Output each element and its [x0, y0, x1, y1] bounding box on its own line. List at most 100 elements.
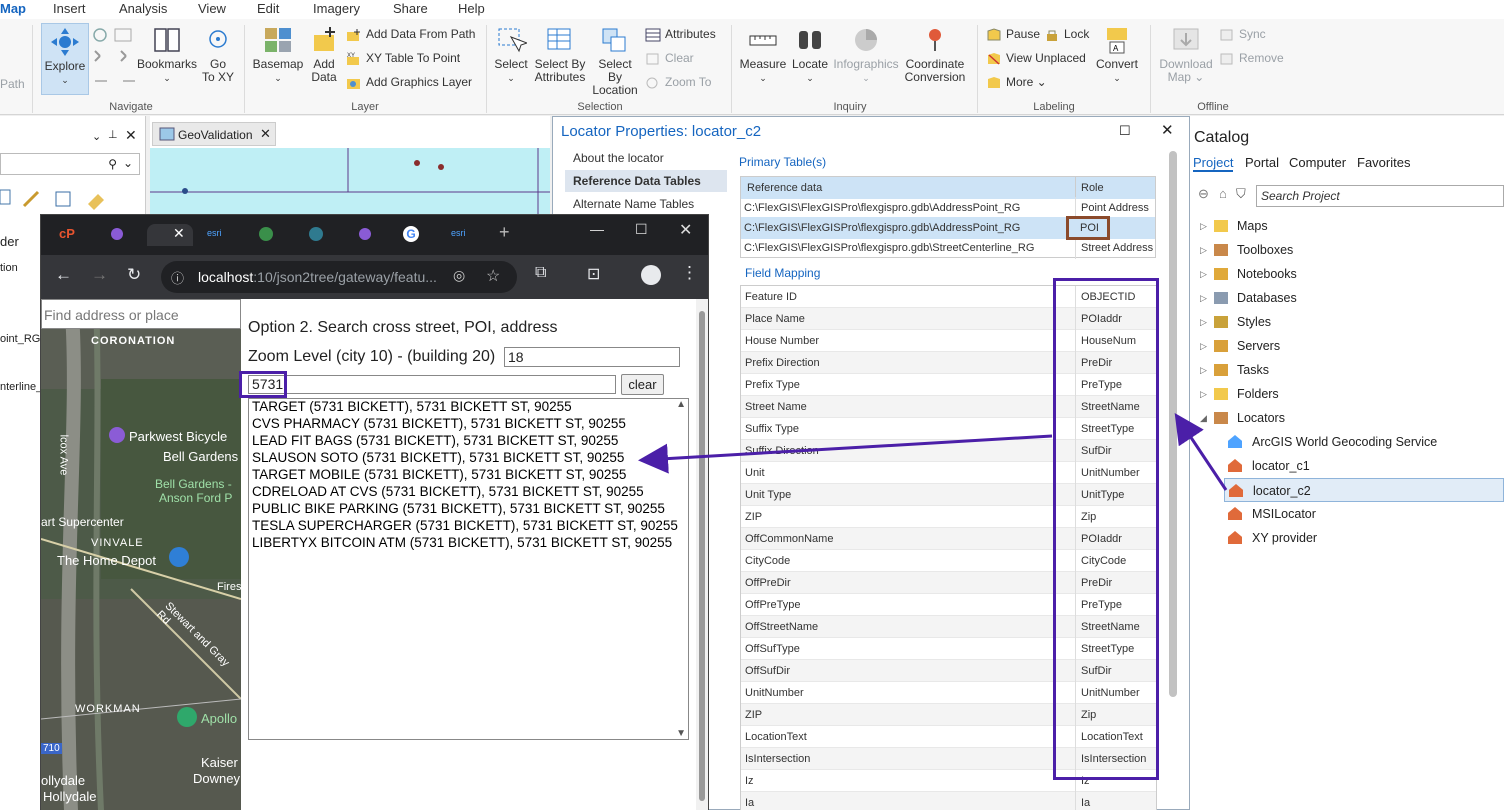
- pin-icon[interactable]: ⊥: [108, 128, 118, 141]
- maximize-icon[interactable]: ☐: [635, 221, 648, 238]
- browser-tab[interactable]: [251, 224, 297, 246]
- maximize-icon[interactable]: ☐: [1119, 123, 1131, 139]
- clear-selection-button[interactable]: Clear: [645, 49, 694, 67]
- home-icon[interactable]: ⌂: [1219, 186, 1227, 201]
- tab-view[interactable]: View: [198, 1, 226, 16]
- zoom-to-button[interactable]: Zoom To: [645, 73, 711, 91]
- remove-button[interactable]: Remove: [1219, 49, 1284, 67]
- list-item[interactable]: SLAUSON SOTO (5731 BICKETT), 5731 BICKET…: [252, 450, 624, 465]
- close-icon[interactable]: ✕: [125, 127, 137, 144]
- list-item[interactable]: TESLA SUPERCHARGER (5731 BICKETT), 5731 …: [252, 518, 678, 533]
- catalog-item[interactable]: ▷ Databases: [1190, 286, 1504, 310]
- bookmarks-button[interactable]: Bookmarks ⌄: [137, 25, 197, 85]
- close-icon[interactable]: ✕: [679, 220, 692, 240]
- list-item[interactable]: TARGET (5731 BICKETT), 5731 BICKETT ST, …: [252, 399, 572, 414]
- catalog-item[interactable]: ▷ Notebooks: [1190, 262, 1504, 286]
- convert-button[interactable]: A Convert ⌄: [1093, 25, 1141, 85]
- table-row[interactable]: C:\FlexGIS\FlexGISPro\flexgispro.gdb\Str…: [741, 237, 1155, 259]
- map-search-input[interactable]: Find address or place: [41, 299, 241, 329]
- catalog-item[interactable]: ▷ Toolboxes: [1190, 238, 1504, 262]
- locator-item[interactable]: XY provider: [1190, 526, 1504, 550]
- profile-avatar[interactable]: [641, 265, 661, 285]
- add-graphics-layer-button[interactable]: Add Graphics Layer: [346, 73, 472, 91]
- navigate-small-icons[interactable]: [91, 27, 135, 89]
- browser-tab[interactable]: esri: [449, 224, 495, 246]
- expand-icon[interactable]: ▷: [1200, 286, 1207, 310]
- dialog-scrollbar[interactable]: [1169, 151, 1177, 697]
- nav-alternate-name-tables[interactable]: Alternate Name Tables: [565, 193, 727, 215]
- field-value[interactable]: Ia: [1075, 792, 1156, 810]
- xy-table-button[interactable]: XY XY Table To Point: [346, 49, 460, 67]
- measure-button[interactable]: Measure ⌄: [737, 25, 789, 85]
- scroll-down-icon[interactable]: ▼: [676, 728, 686, 739]
- list-item[interactable]: CDRELOAD AT CVS (5731 BICKETT), 5731 BIC…: [252, 484, 644, 499]
- browser-tab[interactable]: [351, 224, 397, 246]
- tab-analysis[interactable]: Analysis: [119, 1, 167, 16]
- filter-icon[interactable]: ⛉: [1236, 186, 1246, 202]
- scroll-up-icon[interactable]: ▲: [676, 399, 686, 410]
- list-item[interactable]: TARGET MOBILE (5731 BICKETT), 5731 BICKE…: [252, 467, 626, 482]
- expand-icon[interactable]: ▷: [1200, 310, 1207, 334]
- list-item[interactable]: CVS PHARMACY (5731 BICKETT), 5731 BICKET…: [252, 416, 626, 431]
- locate-button[interactable]: Locate ⌄: [790, 25, 830, 85]
- reload-icon[interactable]: ↻: [127, 265, 141, 285]
- select-button[interactable]: Select ⌄: [492, 25, 530, 85]
- expand-icon[interactable]: ▷: [1200, 358, 1207, 382]
- star-icon[interactable]: ☆: [486, 266, 500, 286]
- catalog-item[interactable]: ▷ Maps: [1190, 214, 1504, 238]
- pause-labeling-button[interactable]: Pause: [986, 25, 1040, 43]
- close-icon[interactable]: ✕: [1161, 121, 1174, 139]
- pane-menu-icon[interactable]: ⌄: [92, 130, 101, 143]
- expand-icon[interactable]: ▷: [1200, 214, 1207, 238]
- catalog-item[interactable]: ▷ Folders: [1190, 382, 1504, 406]
- list-item[interactable]: LEAD FIT BAGS (5731 BICKETT), 5731 BICKE…: [252, 433, 618, 448]
- nav-about-locator[interactable]: About the locator: [565, 147, 727, 169]
- tab-edit[interactable]: Edit: [257, 1, 279, 16]
- expand-icon[interactable]: ▷: [1200, 262, 1207, 286]
- address-bar[interactable]: ⓘ localhost:10/json2tree/gateway/featu..…: [161, 261, 517, 293]
- add-data-button[interactable]: Add Data: [306, 25, 342, 84]
- goto-xy-button[interactable]: Go To XY: [200, 25, 236, 84]
- back-icon[interactable]: ←: [55, 265, 72, 285]
- expand-icon[interactable]: ▷: [1200, 382, 1207, 406]
- catalog-item[interactable]: ▷ Styles: [1190, 310, 1504, 334]
- catalog-item[interactable]: ▷ Tasks: [1190, 358, 1504, 382]
- tab-portal[interactable]: Portal: [1245, 155, 1279, 170]
- browser-tab[interactable]: [301, 224, 347, 246]
- nav-reference-data-tables[interactable]: Reference Data Tables: [565, 170, 727, 192]
- list-item[interactable]: LIBERTYX BITCOIN ATM (5731 BICKETT), 573…: [252, 535, 672, 550]
- basemap-button[interactable]: Basemap ⌄: [250, 25, 306, 85]
- close-icon[interactable]: ✕: [173, 225, 185, 242]
- satellite-map[interactable]: Find address or place CORONATION Parkwes…: [41, 299, 241, 810]
- menu-icon[interactable]: ⋮: [681, 263, 698, 283]
- catalog-search-input[interactable]: Search Project: [1256, 185, 1504, 207]
- view-unplaced-button[interactable]: View Unplaced: [986, 49, 1086, 67]
- locator-item[interactable]: locator_c2: [1224, 478, 1504, 502]
- zoom-level-input[interactable]: 18: [504, 347, 680, 367]
- clear-button[interactable]: clear: [621, 374, 664, 395]
- results-list[interactable]: TARGET (5731 BICKETT), 5731 BICKETT ST, …: [248, 398, 689, 740]
- tab-search-icon[interactable]: ⊡: [587, 264, 600, 284]
- coordinate-conversion-button[interactable]: Coordinate Conversion: [902, 25, 968, 84]
- contents-item[interactable]: nterline_: [0, 381, 42, 393]
- eye-off-icon[interactable]: ◎: [453, 267, 465, 284]
- back-icon[interactable]: ⊖: [1198, 186, 1209, 202]
- download-map-button[interactable]: Download Map ⌄: [1156, 25, 1216, 84]
- contents-item[interactable]: oint_RG: [0, 333, 40, 345]
- catalog-item[interactable]: ▷ Servers: [1190, 334, 1504, 358]
- close-icon[interactable]: ✕: [260, 126, 271, 142]
- tab-share[interactable]: Share: [393, 1, 428, 16]
- select-by-location-button[interactable]: Select By Location: [590, 25, 640, 97]
- more-labeling-button[interactable]: More ⌄: [986, 73, 1047, 91]
- sync-button[interactable]: Sync: [1219, 25, 1266, 43]
- list-item[interactable]: PUBLIC BIKE PARKING (5731 BICKETT), 5731…: [252, 501, 665, 516]
- site-info-icon[interactable]: ⓘ: [171, 268, 184, 287]
- lock-labeling-button[interactable]: Lock: [1044, 25, 1089, 43]
- forward-icon[interactable]: →: [91, 265, 108, 285]
- contents-toolbar[interactable]: [0, 186, 110, 210]
- locator-item[interactable]: ArcGIS World Geocoding Service: [1190, 430, 1504, 454]
- browser-tab-active[interactable]: ✕: [147, 224, 193, 246]
- catalog-item[interactable]: ◢ Locators: [1190, 406, 1504, 430]
- search-input[interactable]: 5731: [248, 375, 616, 394]
- tab-project[interactable]: Project: [1193, 155, 1234, 172]
